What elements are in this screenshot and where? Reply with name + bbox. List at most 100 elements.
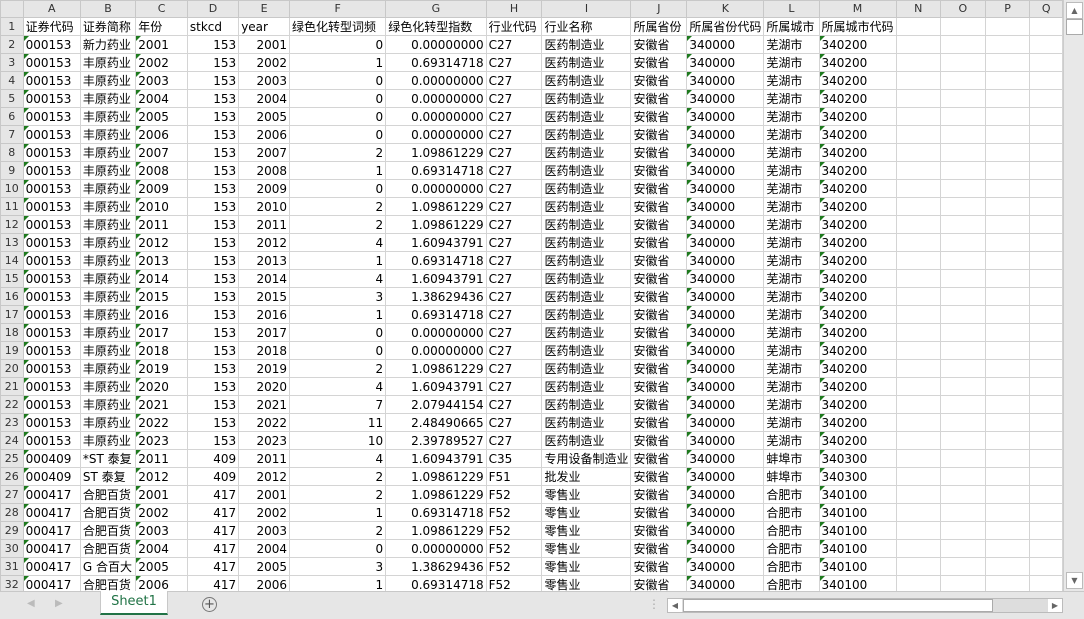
cell-G14[interactable]: 0.69314718	[385, 251, 487, 270]
column-header-F[interactable]: F	[289, 0, 387, 18]
cell-E16[interactable]: 2015	[238, 287, 291, 306]
cell-P1[interactable]	[984, 17, 1031, 36]
column-header-H[interactable]: H	[485, 0, 543, 18]
cell-H28[interactable]: F52	[485, 503, 543, 522]
cell-L21[interactable]: 芜湖市	[763, 377, 820, 396]
cell-P5[interactable]	[984, 89, 1031, 108]
cell-M5[interactable]: 340200	[818, 89, 897, 108]
cell-G4[interactable]: 0.00000000	[385, 71, 487, 90]
cell-E6[interactable]: 2005	[238, 107, 291, 126]
cell-L6[interactable]: 芜湖市	[763, 107, 820, 126]
cell-B32[interactable]: 合肥百货	[79, 575, 137, 591]
cell-H13[interactable]: C27	[485, 233, 543, 252]
cell-L26[interactable]: 蚌埠市	[763, 467, 820, 486]
cell-G27[interactable]: 1.09861229	[385, 485, 487, 504]
cell-D21[interactable]: 153	[186, 377, 240, 396]
cell-M10[interactable]: 340200	[818, 179, 897, 198]
cell-G7[interactable]: 0.00000000	[385, 125, 487, 144]
worksheet[interactable]: ABCDEFGHIJKLMNOPQ 1 证券代码 证券简称 年份 stkcd year 绿色…	[0, 0, 1063, 591]
cell-F4[interactable]: 0	[289, 71, 387, 90]
cell-F19[interactable]: 0	[289, 341, 387, 360]
cell-D6[interactable]: 153	[186, 107, 240, 126]
cell-C12[interactable]: 2011	[135, 215, 188, 234]
cell-O5[interactable]	[940, 89, 986, 108]
cell-Q4[interactable]	[1029, 71, 1063, 90]
cell-C6[interactable]: 2005	[135, 107, 188, 126]
cell-B21[interactable]: 丰原药业	[79, 377, 137, 396]
cell-I5[interactable]: 医药制造业	[541, 89, 632, 108]
cell-O13[interactable]	[940, 233, 986, 252]
cell-M12[interactable]: 340200	[818, 215, 897, 234]
cell-O22[interactable]	[940, 395, 986, 414]
cell-H19[interactable]: C27	[485, 341, 543, 360]
cell-J22[interactable]: 安徽省	[630, 395, 688, 414]
cell-K8[interactable]: 340000	[686, 143, 765, 162]
cell-P2[interactable]	[984, 35, 1031, 54]
row-header[interactable]: 29	[0, 521, 24, 540]
cell-A20[interactable]: 000153	[22, 359, 81, 378]
cell-K24[interactable]: 340000	[686, 431, 765, 450]
cell-J28[interactable]: 安徽省	[630, 503, 688, 522]
cell-J20[interactable]: 安徽省	[630, 359, 688, 378]
cell-E27[interactable]: 2001	[238, 485, 291, 504]
row-header[interactable]: 8	[0, 143, 24, 162]
column-header-L[interactable]: L	[763, 0, 820, 18]
cell-F32[interactable]: 1	[289, 575, 387, 591]
cell-L20[interactable]: 芜湖市	[763, 359, 820, 378]
cell-L18[interactable]: 芜湖市	[763, 323, 820, 342]
vertical-scroll-thumb[interactable]	[1066, 19, 1083, 35]
cell-H11[interactable]: C27	[485, 197, 543, 216]
cell-B4[interactable]: 丰原药业	[79, 71, 137, 90]
cell-I19[interactable]: 医药制造业	[541, 341, 632, 360]
cell-M27[interactable]: 340100	[818, 485, 897, 504]
cell-I28[interactable]: 零售业	[541, 503, 632, 522]
splitter-handle-icon[interactable]: ⋮	[648, 597, 660, 611]
cell-L30[interactable]: 合肥市	[763, 539, 820, 558]
cell-N11[interactable]	[895, 197, 942, 216]
cell-Q27[interactable]	[1029, 485, 1063, 504]
cell-N16[interactable]	[895, 287, 942, 306]
cell-M15[interactable]: 340200	[818, 269, 897, 288]
cell-B14[interactable]: 丰原药业	[79, 251, 137, 270]
cell-P19[interactable]	[984, 341, 1031, 360]
cell-I15[interactable]: 医药制造业	[541, 269, 632, 288]
cell-O29[interactable]	[940, 521, 986, 540]
cell-L7[interactable]: 芜湖市	[763, 125, 820, 144]
row-header[interactable]: 11	[0, 197, 24, 216]
cell-J7[interactable]: 安徽省	[630, 125, 688, 144]
cell-O1[interactable]	[940, 17, 986, 36]
cell-P20[interactable]	[984, 359, 1031, 378]
cell-F17[interactable]: 1	[289, 305, 387, 324]
cell-B27[interactable]: 合肥百货	[79, 485, 137, 504]
row-header[interactable]: 20	[0, 359, 24, 378]
cell-C10[interactable]: 2009	[135, 179, 188, 198]
cell-F6[interactable]: 0	[289, 107, 387, 126]
cell-F11[interactable]: 2	[289, 197, 387, 216]
cell-F5[interactable]: 0	[289, 89, 387, 108]
column-header-M[interactable]: M	[818, 0, 897, 18]
column-header-K[interactable]: K	[686, 0, 765, 18]
cell-I2[interactable]: 医药制造业	[541, 35, 632, 54]
cell-B5[interactable]: 丰原药业	[79, 89, 137, 108]
cell-E32[interactable]: 2006	[238, 575, 291, 591]
cell-O3[interactable]	[940, 53, 986, 72]
cell-E19[interactable]: 2018	[238, 341, 291, 360]
cell-N2[interactable]	[895, 35, 942, 54]
cell-I22[interactable]: 医药制造业	[541, 395, 632, 414]
cell-L16[interactable]: 芜湖市	[763, 287, 820, 306]
cell-C1[interactable]: 年份	[135, 17, 188, 36]
cell-K32[interactable]: 340000	[686, 575, 765, 591]
cell-I32[interactable]: 零售业	[541, 575, 632, 591]
cell-E28[interactable]: 2002	[238, 503, 291, 522]
cell-Q13[interactable]	[1029, 233, 1063, 252]
cell-P29[interactable]	[984, 521, 1031, 540]
cell-J10[interactable]: 安徽省	[630, 179, 688, 198]
cell-N31[interactable]	[895, 557, 942, 576]
cell-K15[interactable]: 340000	[686, 269, 765, 288]
cell-H32[interactable]: F52	[485, 575, 543, 591]
cell-C4[interactable]: 2003	[135, 71, 188, 90]
cell-C17[interactable]: 2016	[135, 305, 188, 324]
cell-C31[interactable]: 2005	[135, 557, 188, 576]
cell-A14[interactable]: 000153	[22, 251, 81, 270]
cell-N8[interactable]	[895, 143, 942, 162]
